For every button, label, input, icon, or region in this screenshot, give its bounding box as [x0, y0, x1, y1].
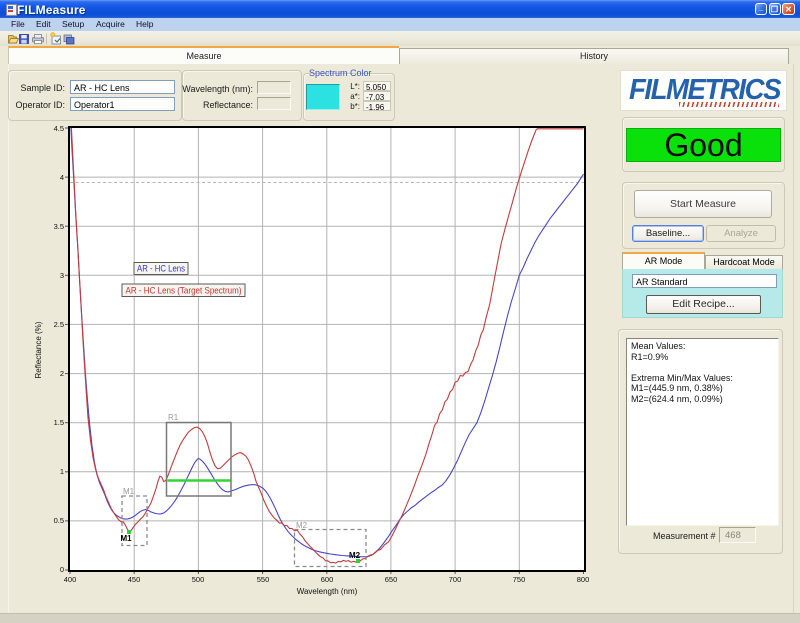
- svg-text:R1: R1: [168, 413, 179, 422]
- svg-text:4.5: 4.5: [54, 124, 64, 133]
- svg-text:1.5: 1.5: [54, 418, 64, 427]
- svg-text:0: 0: [60, 565, 64, 574]
- svg-text:750: 750: [513, 575, 526, 584]
- svg-text:700: 700: [449, 575, 462, 584]
- svg-text:600: 600: [321, 575, 334, 584]
- svg-text:2: 2: [60, 369, 64, 378]
- svg-text:M2: M2: [296, 521, 308, 530]
- svg-text:Wavelength (nm): Wavelength (nm): [297, 587, 358, 596]
- svg-text:AR - HC Lens (Target Spectrum): AR - HC Lens (Target Spectrum): [126, 286, 242, 296]
- svg-text:M1: M1: [121, 534, 133, 543]
- svg-text:2.5: 2.5: [54, 320, 64, 329]
- svg-text:800: 800: [577, 575, 590, 584]
- svg-text:Reflectance (%): Reflectance (%): [34, 321, 43, 378]
- svg-text:4: 4: [60, 173, 64, 182]
- svg-text:500: 500: [192, 575, 205, 584]
- svg-text:650: 650: [385, 575, 398, 584]
- svg-text:3.5: 3.5: [54, 222, 64, 231]
- svg-text:400: 400: [64, 575, 77, 584]
- svg-text:550: 550: [257, 575, 270, 584]
- svg-text:3: 3: [60, 271, 64, 280]
- svg-text:M2: M2: [349, 551, 361, 560]
- svg-text:1: 1: [60, 467, 64, 476]
- svg-text:450: 450: [128, 575, 141, 584]
- svg-text:M1: M1: [123, 487, 135, 496]
- svg-text:AR - HC Lens: AR - HC Lens: [137, 264, 185, 274]
- svg-text:0.5: 0.5: [54, 516, 64, 525]
